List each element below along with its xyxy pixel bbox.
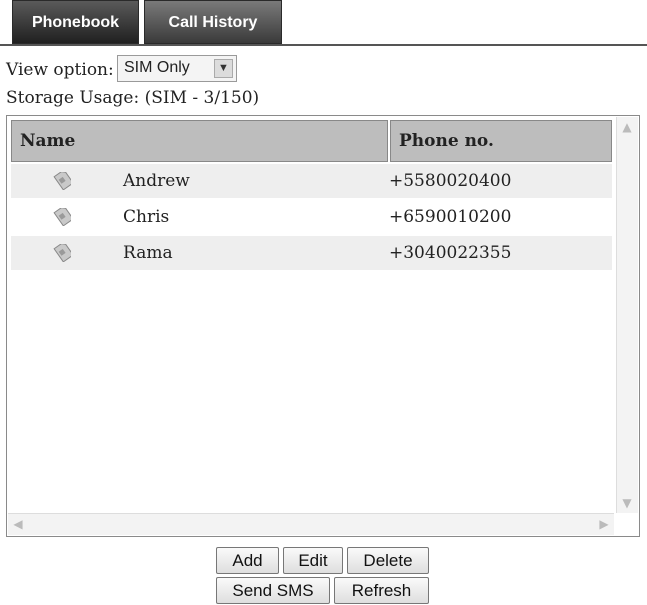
scroll-up-icon[interactable]: ▲ <box>617 117 637 137</box>
tab-call-history[interactable]: Call History <box>144 0 282 44</box>
column-header-phone[interactable]: Phone no. <box>390 120 612 162</box>
add-button[interactable]: Add <box>216 547 279 574</box>
horizontal-scrollbar[interactable]: ◀ ▶ <box>8 513 614 535</box>
tab-divider <box>0 44 647 46</box>
tab-phonebook[interactable]: Phonebook <box>12 0 139 44</box>
table-row[interactable]: Rama +3040022355 <box>11 236 612 270</box>
contact-name: Chris <box>123 207 170 227</box>
view-option-select[interactable]: SIM Only ▼ <box>117 55 237 82</box>
sim-card-icon <box>53 172 71 190</box>
storage-usage: Storage Usage: (SIM - 3/150) <box>6 88 260 108</box>
sim-card-icon <box>53 208 71 226</box>
delete-button[interactable]: Delete <box>347 547 429 574</box>
view-option-label: View option: <box>6 60 114 80</box>
sim-card-icon <box>53 244 71 262</box>
refresh-button[interactable]: Refresh <box>334 577 429 604</box>
contact-phone: +5580020400 <box>389 171 512 191</box>
table-row[interactable]: Andrew +5580020400 <box>11 164 612 198</box>
scroll-down-icon[interactable]: ▼ <box>617 493 637 513</box>
contact-name: Andrew <box>123 171 190 191</box>
contact-name: Rama <box>123 243 173 263</box>
scroll-right-icon[interactable]: ▶ <box>594 514 614 534</box>
edit-button[interactable]: Edit <box>283 547 343 574</box>
contact-phone: +3040022355 <box>389 243 512 263</box>
contact-phone: +6590010200 <box>389 207 512 227</box>
vertical-scrollbar[interactable]: ▲ ▼ <box>616 117 638 513</box>
send-sms-button[interactable]: Send SMS <box>216 577 330 604</box>
chevron-down-icon[interactable]: ▼ <box>214 59 233 78</box>
scroll-left-icon[interactable]: ◀ <box>8 514 28 534</box>
view-option-value: SIM Only <box>124 59 190 76</box>
table-row[interactable]: Chris +6590010200 <box>11 200 612 234</box>
column-header-name[interactable]: Name <box>11 120 388 162</box>
contact-list[interactable]: Name Phone no. Andrew +5580020400 Chris … <box>6 115 640 537</box>
